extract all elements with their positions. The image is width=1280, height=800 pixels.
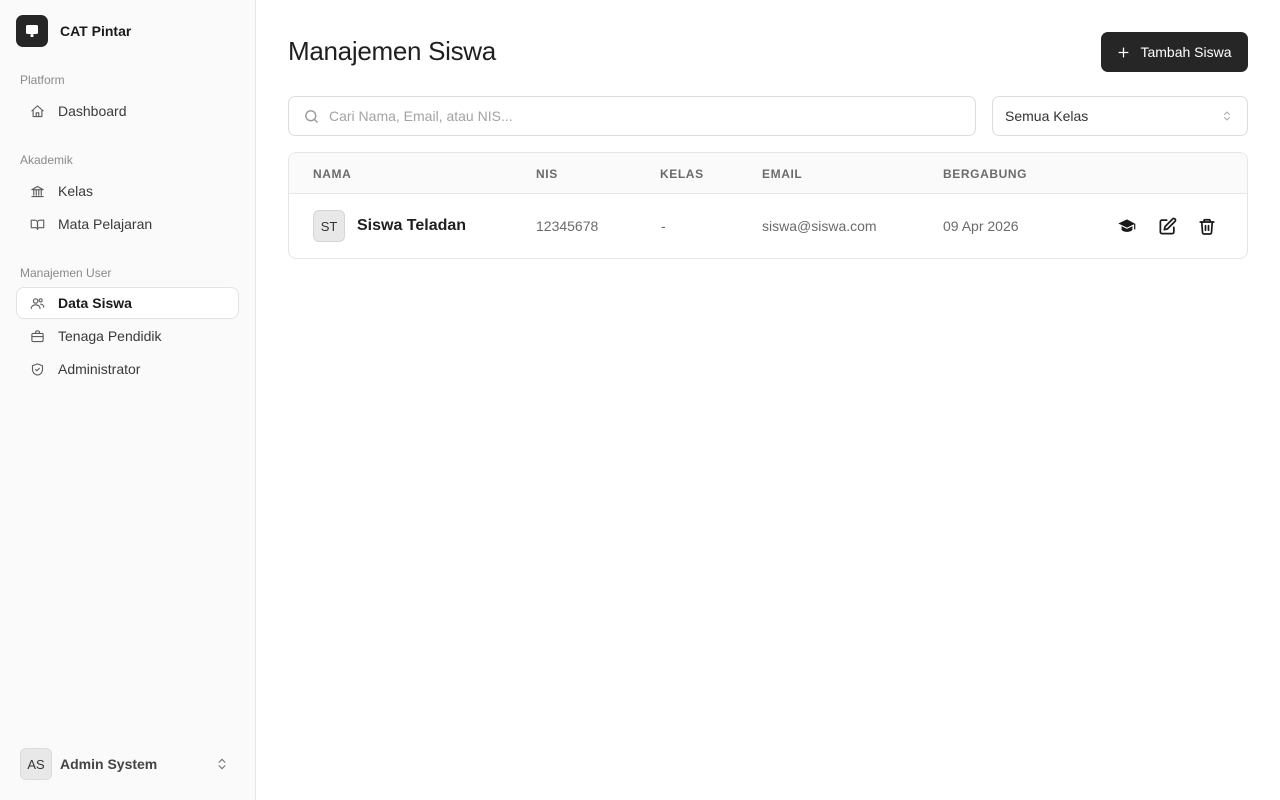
search-icon	[303, 108, 320, 125]
student-name: Siswa Teladan	[357, 217, 467, 234]
app-name: CAT Pintar	[60, 23, 132, 39]
avatar: AS	[20, 748, 52, 780]
table-row: ST Siswa Teladan 12345678 - siswa@siswa.…	[289, 194, 1247, 258]
add-student-button[interactable]: Tambah Siswa	[1101, 32, 1248, 72]
student-email: siswa@siswa.com	[762, 218, 877, 234]
chevrons-up-down-icon	[215, 757, 229, 771]
class-filter-select[interactable]: Semua Kelas	[992, 96, 1248, 136]
sidebar: CAT Pintar Platform Dashboard Akademik K…	[0, 0, 256, 800]
shield-icon	[29, 361, 45, 377]
column-header-bergabung: BERGABUNG	[943, 167, 1028, 181]
home-icon	[29, 103, 45, 119]
sidebar-item-label: Data Siswa	[58, 295, 132, 311]
edit-icon[interactable]	[1155, 214, 1179, 238]
main-content: Manajemen Siswa Tambah Siswa Semua Kelas…	[256, 0, 1280, 800]
sidebar-item-label: Dashboard	[58, 103, 127, 119]
sidebar-item-data-siswa[interactable]: Data Siswa	[16, 287, 239, 319]
student-class: -	[661, 218, 666, 234]
sidebar-item-label: Mata Pelajaran	[58, 216, 153, 232]
student-joined-date: 09 Apr 2026	[943, 218, 1019, 234]
column-header-nama: NAMA	[313, 167, 352, 181]
student-nis: 12345678	[536, 218, 599, 234]
sidebar-item-kelas[interactable]: Kelas	[16, 175, 239, 207]
nav-group-akademik-label: Akademik	[20, 153, 73, 167]
brand[interactable]: CAT Pintar	[16, 15, 239, 47]
search-input[interactable]	[329, 108, 949, 124]
trash-icon[interactable]	[1195, 214, 1219, 238]
book-icon	[29, 216, 45, 232]
avatar: ST	[313, 210, 345, 242]
column-header-email: EMAIL	[762, 167, 803, 181]
column-header-nis: NIS	[536, 167, 558, 181]
sidebar-item-administrator[interactable]: Administrator	[16, 353, 239, 385]
sidebar-item-dashboard[interactable]: Dashboard	[16, 95, 239, 127]
sidebar-item-label: Tenaga Pendidik	[58, 328, 162, 344]
students-table: NAMA NIS KELAS EMAIL BERGABUNG ST Siswa …	[288, 152, 1248, 259]
users-icon	[29, 295, 45, 311]
building-icon	[29, 183, 45, 199]
page-title: Manajemen Siswa	[288, 36, 496, 66]
graduation-cap-icon[interactable]	[1115, 214, 1139, 238]
chevrons-up-down-icon	[1221, 109, 1233, 123]
briefcase-icon	[29, 328, 45, 344]
column-header-kelas: KELAS	[660, 167, 704, 181]
search-field[interactable]	[288, 96, 976, 136]
sidebar-item-label: Kelas	[58, 183, 94, 199]
nav-group-platform-label: Platform	[20, 73, 65, 87]
sidebar-item-mata-pelajaran[interactable]: Mata Pelajaran	[16, 208, 239, 240]
user-menu[interactable]: AS Admin System	[16, 748, 239, 780]
plus-icon	[1117, 46, 1130, 59]
add-student-button-label: Tambah Siswa	[1140, 44, 1232, 60]
table-header: NAMA NIS KELAS EMAIL BERGABUNG	[289, 153, 1247, 194]
user-name: Admin System	[60, 756, 158, 772]
class-filter-value: Semua Kelas	[1005, 108, 1089, 124]
sidebar-item-tenaga-pendidik[interactable]: Tenaga Pendidik	[16, 320, 239, 352]
app-root: CAT Pintar Platform Dashboard Akademik K…	[0, 0, 1280, 800]
nav-group-manajemen-user-label: Manajemen User	[20, 266, 112, 280]
sidebar-item-label: Administrator	[58, 361, 141, 377]
app-logo-icon	[16, 15, 48, 47]
